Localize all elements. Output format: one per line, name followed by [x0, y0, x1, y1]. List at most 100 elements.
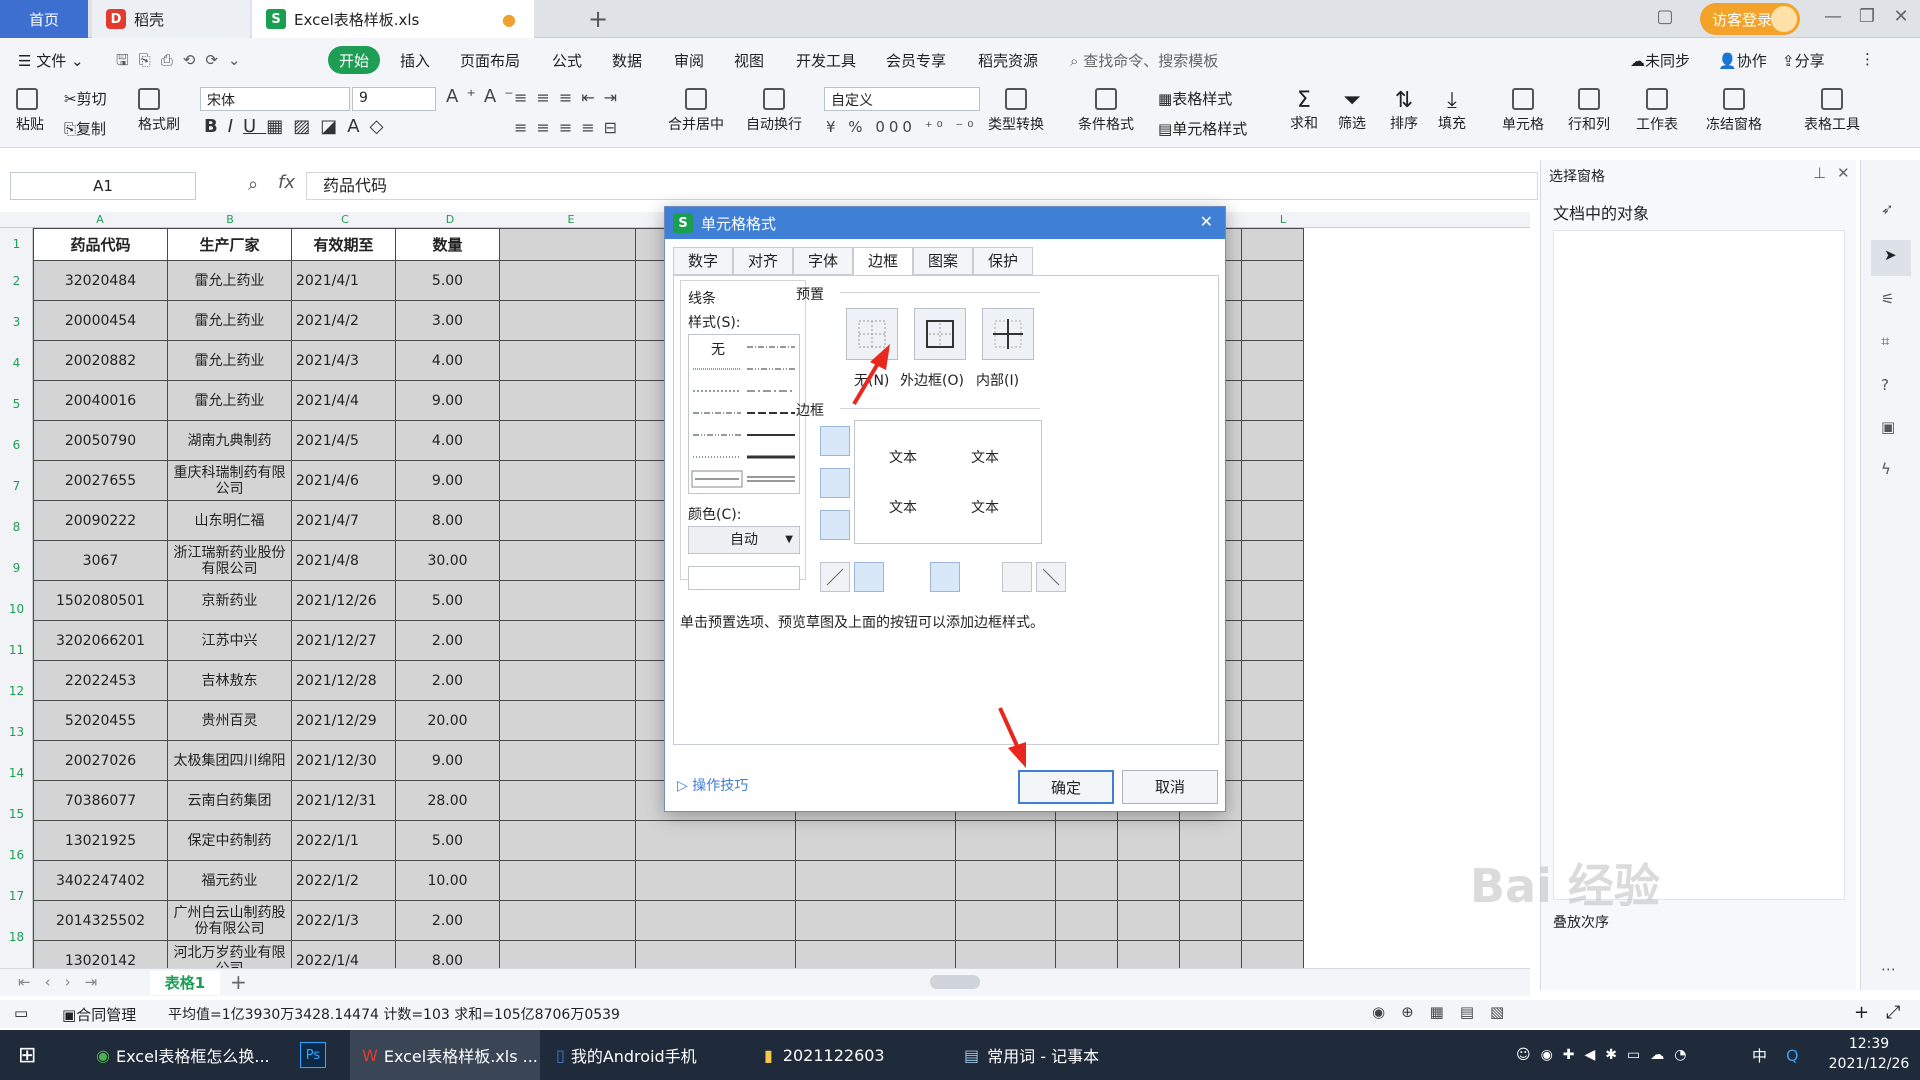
visitor-login-button[interactable]: 访客登录 [1700, 3, 1800, 35]
cell[interactable]: 有效期至 [291, 228, 396, 261]
object-list[interactable] [1553, 230, 1845, 900]
cell[interactable]: 2021/4/6 [291, 460, 396, 501]
menu-data[interactable]: 数据 [612, 50, 642, 71]
menu-member[interactable]: 会员专享 [886, 50, 946, 71]
cell[interactable] [1055, 820, 1118, 861]
screen-icon[interactable]: ▭ [14, 1004, 28, 1022]
cell[interactable]: 2021/4/2 [291, 300, 396, 341]
column-header-d[interactable]: D [398, 213, 502, 226]
cell[interactable]: 重庆科瑞制药有限公司 [167, 460, 292, 501]
cell[interactable]: 湖南九典制药 [167, 420, 292, 461]
cell[interactable]: 13021925 [33, 820, 168, 861]
table-tools-button[interactable]: 表格工具 [1804, 88, 1860, 134]
cell[interactable] [1241, 940, 1304, 968]
cell[interactable]: 3067 [33, 540, 168, 581]
cell[interactable] [499, 380, 636, 421]
cell[interactable] [1179, 900, 1242, 941]
help-icon[interactable]: ? [1881, 376, 1889, 394]
close-icon[interactable]: ✕ [1888, 6, 1914, 32]
menu-insert[interactable]: 插入 [400, 50, 430, 71]
preset-outer-button[interactable] [914, 308, 966, 360]
tab-daoke[interactable]: D 稻壳 [92, 0, 250, 38]
cell[interactable] [1055, 860, 1118, 901]
cell[interactable]: 2.00 [395, 900, 500, 941]
cell[interactable] [955, 860, 1056, 901]
cell[interactable]: 3202066201 [33, 620, 168, 661]
rocket-icon[interactable]: ➶ [1881, 200, 1894, 218]
menu-page-layout[interactable]: 页面布局 [460, 50, 520, 71]
cell[interactable] [635, 900, 796, 941]
cell[interactable] [499, 940, 636, 968]
number-format-buttons[interactable]: ¥ % 000 ⁺⁰ ⁻⁰ [826, 118, 977, 136]
quick-access-icons[interactable]: 🖫⎘⎙⟲⟳⌄ [116, 50, 251, 75]
lightning-icon[interactable]: ϟ [1881, 460, 1891, 478]
cell[interactable] [1241, 820, 1304, 861]
font-name-select[interactable]: 宋体 [200, 87, 350, 111]
freeze-button[interactable]: 冻结窗格 [1706, 88, 1762, 134]
row-header-number[interactable]: 2 [0, 274, 33, 288]
cell[interactable]: 1502080501 [33, 580, 168, 621]
border-diag-down-button[interactable] [1036, 562, 1066, 592]
cell[interactable]: 3.00 [395, 300, 500, 341]
menu-view[interactable]: 视图 [734, 50, 764, 71]
type-convert-button[interactable]: 类型转换 [988, 88, 1044, 134]
cell[interactable] [1241, 460, 1304, 501]
cell[interactable] [1241, 620, 1304, 661]
pin-icon[interactable]: ⊥ [1813, 164, 1826, 182]
cell[interactable]: 5.00 [395, 580, 500, 621]
sheet-tab-1[interactable]: 表格1 [150, 971, 220, 995]
cell[interactable] [1055, 940, 1118, 968]
cell[interactable] [499, 820, 636, 861]
cell[interactable]: 山东明仁福 [167, 500, 292, 541]
cell[interactable] [499, 860, 636, 901]
cell[interactable] [955, 900, 1056, 941]
border-left-button[interactable] [854, 562, 884, 592]
font-style-buttons[interactable]: BIU▦▨◪A◇ [204, 116, 393, 137]
cell[interactable]: 广州白云山制药股份有限公司 [167, 900, 292, 941]
add-sheet-icon[interactable]: + [230, 970, 247, 994]
ime-indicator[interactable]: 中 [1752, 1030, 1767, 1080]
cell-style-button[interactable]: ▤单元格样式 [1158, 118, 1247, 139]
cell[interactable]: 5.00 [395, 820, 500, 861]
cell[interactable] [635, 820, 796, 861]
row-header-number[interactable]: 5 [0, 397, 33, 411]
cell[interactable]: 京新药业 [167, 580, 292, 621]
border-center-v-button[interactable] [930, 562, 960, 592]
cell[interactable]: 2021/12/28 [291, 660, 396, 701]
cell[interactable]: 数量 [395, 228, 500, 261]
row-header-number[interactable]: 8 [0, 520, 33, 534]
border-preview[interactable]: 文本 文本 文本 文本 [854, 420, 1042, 544]
cell[interactable] [1241, 300, 1304, 341]
cell[interactable]: 20027655 [33, 460, 168, 501]
zoom-icon[interactable]: ⌕ [248, 174, 258, 195]
cell[interactable] [499, 740, 636, 781]
cell[interactable] [1241, 900, 1304, 941]
cell[interactable]: 20027026 [33, 740, 168, 781]
row-header-number[interactable]: 11 [0, 643, 33, 657]
cell[interactable]: 生产厂家 [167, 228, 292, 261]
cell[interactable]: 9.00 [395, 740, 500, 781]
cell[interactable]: 雷允上药业 [167, 300, 292, 341]
cell[interactable] [795, 940, 956, 968]
cell[interactable] [1241, 540, 1304, 581]
tab-border[interactable]: 边框 [853, 247, 913, 276]
sheet-nav-icons[interactable]: ⇤‹›⇥ [18, 973, 111, 991]
cell[interactable] [795, 860, 956, 901]
cell[interactable]: 2022/1/3 [291, 900, 396, 941]
cell[interactable]: 2021/4/5 [291, 420, 396, 461]
cell[interactable] [1241, 860, 1304, 901]
cell[interactable]: 5.00 [395, 260, 500, 301]
cell[interactable] [1241, 380, 1304, 421]
cell[interactable]: 2.00 [395, 620, 500, 661]
new-tab-button[interactable]: + [574, 0, 608, 38]
taskbar-item-notepad[interactable]: ▤ 常用词 - 记事本 [964, 1030, 1144, 1080]
cell[interactable]: 吉林敖东 [167, 660, 292, 701]
dialog-close-icon[interactable]: ✕ [1200, 212, 1213, 231]
cut-button[interactable]: ✂剪切 [64, 88, 107, 109]
cell[interactable]: 浙江瑞新药业股份有限公司 [167, 540, 292, 581]
cell[interactable] [1241, 260, 1304, 301]
cell[interactable]: 10.00 [395, 860, 500, 901]
cell[interactable]: 28.00 [395, 780, 500, 821]
sort-button[interactable]: ⇅ 排序 [1390, 88, 1418, 133]
row-header-number[interactable]: 18 [0, 930, 33, 944]
